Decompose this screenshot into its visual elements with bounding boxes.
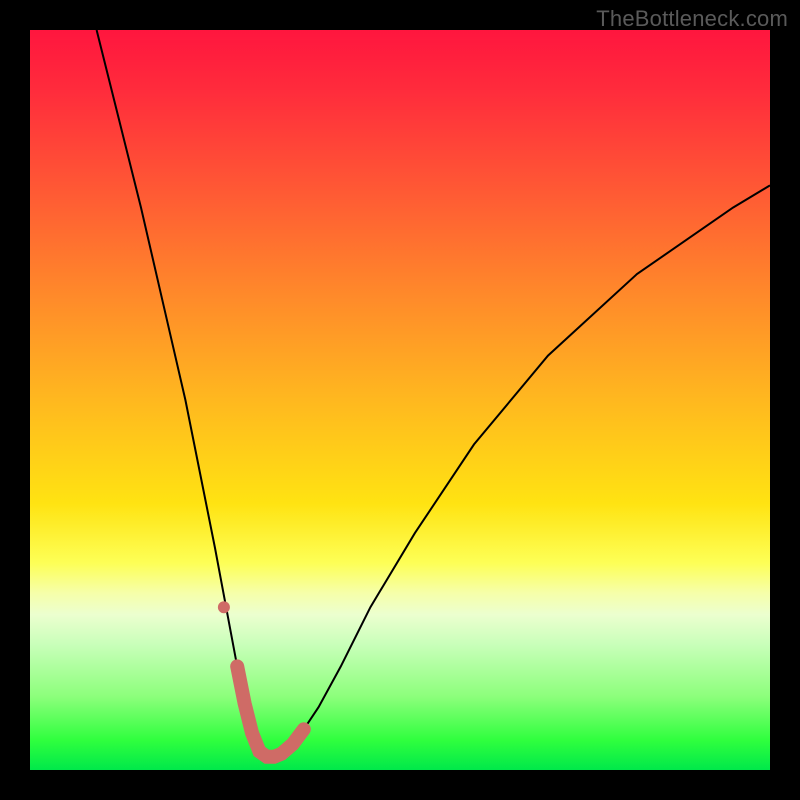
- chart-plot-area: [30, 30, 770, 770]
- watermark-credit: TheBottleneck.com: [596, 6, 788, 32]
- chart-svg: [30, 30, 770, 770]
- left-dot-marker: [218, 601, 230, 613]
- bottleneck-curve: [97, 30, 770, 757]
- image-frame: TheBottleneck.com: [0, 0, 800, 800]
- bottom-marker-arc: [237, 666, 304, 756]
